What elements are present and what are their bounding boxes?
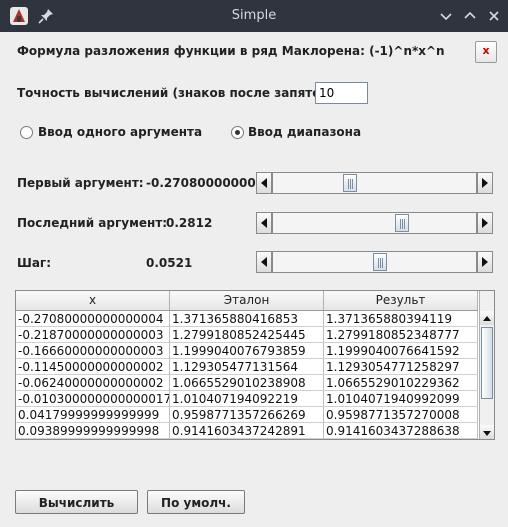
table-cell[interactable]: 1.2799180852425445 [170,327,324,343]
column-header-reference[interactable]: Эталон [170,291,324,310]
default-button[interactable]: По умолч. [147,490,245,514]
table-cell[interactable]: -0.27080000000000004 [16,311,170,327]
table-cell[interactable]: -0.16660000000000003 [16,343,170,359]
table-cell[interactable]: 1.1999040076793859 [170,343,324,359]
minimize-icon[interactable] [437,7,455,25]
clear-button[interactable]: x [475,41,497,63]
table-cell[interactable]: 0.9141603437242891 [170,423,324,439]
table-row[interactable]: -0.21870000000000003 1.2799180852425445 1.… [16,327,478,343]
table-cell[interactable]: -0.06240000000000002 [16,375,170,391]
radio-range[interactable] [231,126,244,139]
results-table: x Эталон Результ -0.27080000000000004 1.3… [15,290,495,440]
table-cell[interactable]: -0.010300000000000017 [16,391,170,407]
table-row[interactable]: -0.010300000000000017 1.010407194092219 1.… [16,391,478,407]
slider-right-arrow-icon[interactable] [477,251,493,273]
slider-thumb[interactable] [343,174,357,192]
table-row[interactable]: 0.09389999999999998 0.9141603437242891 0.9… [16,423,478,439]
slider-thumb[interactable] [395,214,409,232]
table-cell[interactable]: 1.0665529010229362 [324,375,478,391]
slider-left-arrow-icon[interactable] [256,212,272,234]
table-cell[interactable]: 0.9141603437288638 [324,423,478,439]
table-cell[interactable]: 0.9598771357270008 [324,407,478,423]
close-window-icon[interactable] [485,7,503,25]
table-cell[interactable]: 0.04179999999999999 [16,407,170,423]
column-header-result[interactable]: Результ [324,291,478,310]
title-bar: Simple [0,0,508,32]
calculate-button[interactable]: Вычислить [15,490,138,514]
table-cell[interactable]: 1.0104071940992099 [324,391,478,407]
slider-right-arrow-icon[interactable] [477,172,493,194]
slider-right-arrow-icon[interactable] [477,212,493,234]
first-arg-value: -0.27080000000... [146,176,270,190]
table-cell[interactable]: 1.0665529010238908 [170,375,324,391]
radio-single-label: Ввод одного аргумента [38,125,203,139]
step-slider[interactable] [256,251,493,273]
slider-thumb[interactable] [373,253,387,271]
last-arg-value: 0.2812 [166,216,213,230]
table-cell[interactable]: 1.1293054771258297 [324,359,478,375]
table-cell[interactable]: 0.09389999999999998 [16,423,170,439]
slider-left-arrow-icon[interactable] [256,251,272,273]
step-label: Шаг: [17,256,51,270]
maximize-icon[interactable] [461,7,479,25]
table-cell[interactable]: 1.2799180852348777 [324,327,478,343]
app-window: Simple Формула разложения функции в ряд … [0,0,508,527]
table-row[interactable]: -0.11450000000000002 1.129305477131564 1.1… [16,359,478,375]
table-scrollbar[interactable] [479,291,494,439]
radio-range-label: Ввод диапазона [248,125,362,139]
table-cell[interactable]: 1.129305477131564 [170,359,324,375]
clear-button-label: x [482,44,490,57]
table-row[interactable]: -0.06240000000000002 1.0665529010238908 1.… [16,375,478,391]
table-row[interactable]: -0.27080000000000004 1.371365880416853 1.3… [16,311,478,327]
scrollbar-thumb[interactable] [481,327,493,399]
slider-left-arrow-icon[interactable] [256,172,272,194]
slider-track[interactable] [272,172,477,194]
table-cell[interactable]: 1.371365880394119 [324,311,478,327]
table-cell[interactable]: -0.11450000000000002 [16,359,170,375]
window-title: Simple [231,8,277,23]
column-header-x[interactable]: x [16,291,170,310]
table-cell[interactable]: -0.21870000000000003 [16,327,170,343]
first-arg-label: Первый аргумент: [17,176,144,190]
last-arg-label: Последний аргумент: [17,216,168,230]
table-header: x Эталон Результ [16,291,478,311]
table-cell[interactable]: 1.1999040076641592 [324,343,478,359]
table-cell[interactable]: 1.371365880416853 [170,311,324,327]
table-row[interactable]: -0.16660000000000003 1.1999040076793859 1.… [16,343,478,359]
table-cell[interactable]: 0.9598771357266269 [170,407,324,423]
slider-track[interactable] [272,251,477,273]
formula-label: Формула разложения функции в ряд Маклоре… [17,44,445,58]
slider-track[interactable] [272,212,477,234]
first-arg-slider[interactable] [256,172,493,194]
scroll-up-icon[interactable] [480,311,494,325]
precision-input[interactable]: 10 [315,82,368,104]
table-cell[interactable]: 1.010407194092219 [170,391,324,407]
radio-single-argument[interactable] [20,126,33,139]
precision-label: Точность вычислений (знаков после запято… [17,86,340,100]
last-arg-slider[interactable] [256,212,493,234]
scroll-down-icon[interactable] [480,425,494,439]
step-value: 0.0521 [146,256,193,270]
table-row[interactable]: 0.04179999999999999 0.9598771357266269 0.9… [16,407,478,423]
